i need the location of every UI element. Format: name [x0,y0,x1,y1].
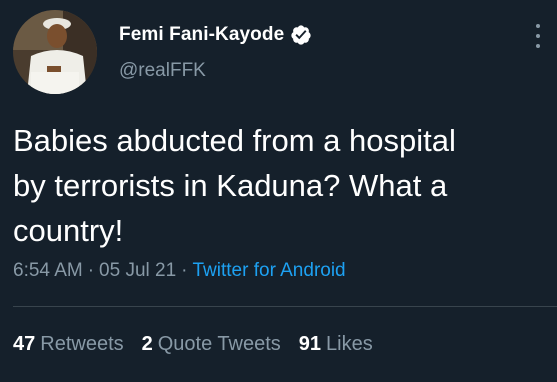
divider [13,306,557,307]
likes-stat[interactable]: 91 Likes [299,333,373,356]
tweet-time[interactable]: 6:54 AM [13,260,83,282]
author-handle[interactable]: @realFFK [119,60,206,82]
likes-count: 91 [298,333,322,355]
meta-separator: · [181,260,188,281]
meta-separator: · [87,260,95,281]
retweets-stat[interactable]: 47 Retweets [13,333,124,356]
retweets-label: Retweets [40,333,124,355]
tweet-stats: 47 Retweets 2 Quote Tweets 91 Likes [13,333,391,356]
verified-badge-icon [291,25,311,45]
likes-label: Likes [326,333,373,355]
tweet-date[interactable]: 05 Jul 21 [99,260,176,282]
retweets-count: 47 [13,333,36,355]
quote-tweets-stat[interactable]: 2 Quote Tweets [142,333,281,356]
tweet-source-link[interactable]: Twitter for Android [193,260,346,282]
avatar[interactable] [13,10,97,94]
avatar-image [13,10,97,94]
quote-tweets-label: Quote Tweets [157,333,281,355]
author-display-name[interactable]: Femi Fani-Kayode [119,24,284,46]
author-name-row[interactable]: Femi Fani-Kayode [119,24,312,46]
tweet-text: Babies abducted from a hospital by terro… [13,123,456,248]
tweet-meta: 6:54 AM · 05 Jul 21 · Twitter for Androi… [13,260,346,282]
tweet-card: Femi Fani-Kayode @realFFK Babies abducte… [0,0,557,382]
more-options-icon[interactable] [533,24,543,48]
quote-tweets-count: 2 [141,333,153,355]
